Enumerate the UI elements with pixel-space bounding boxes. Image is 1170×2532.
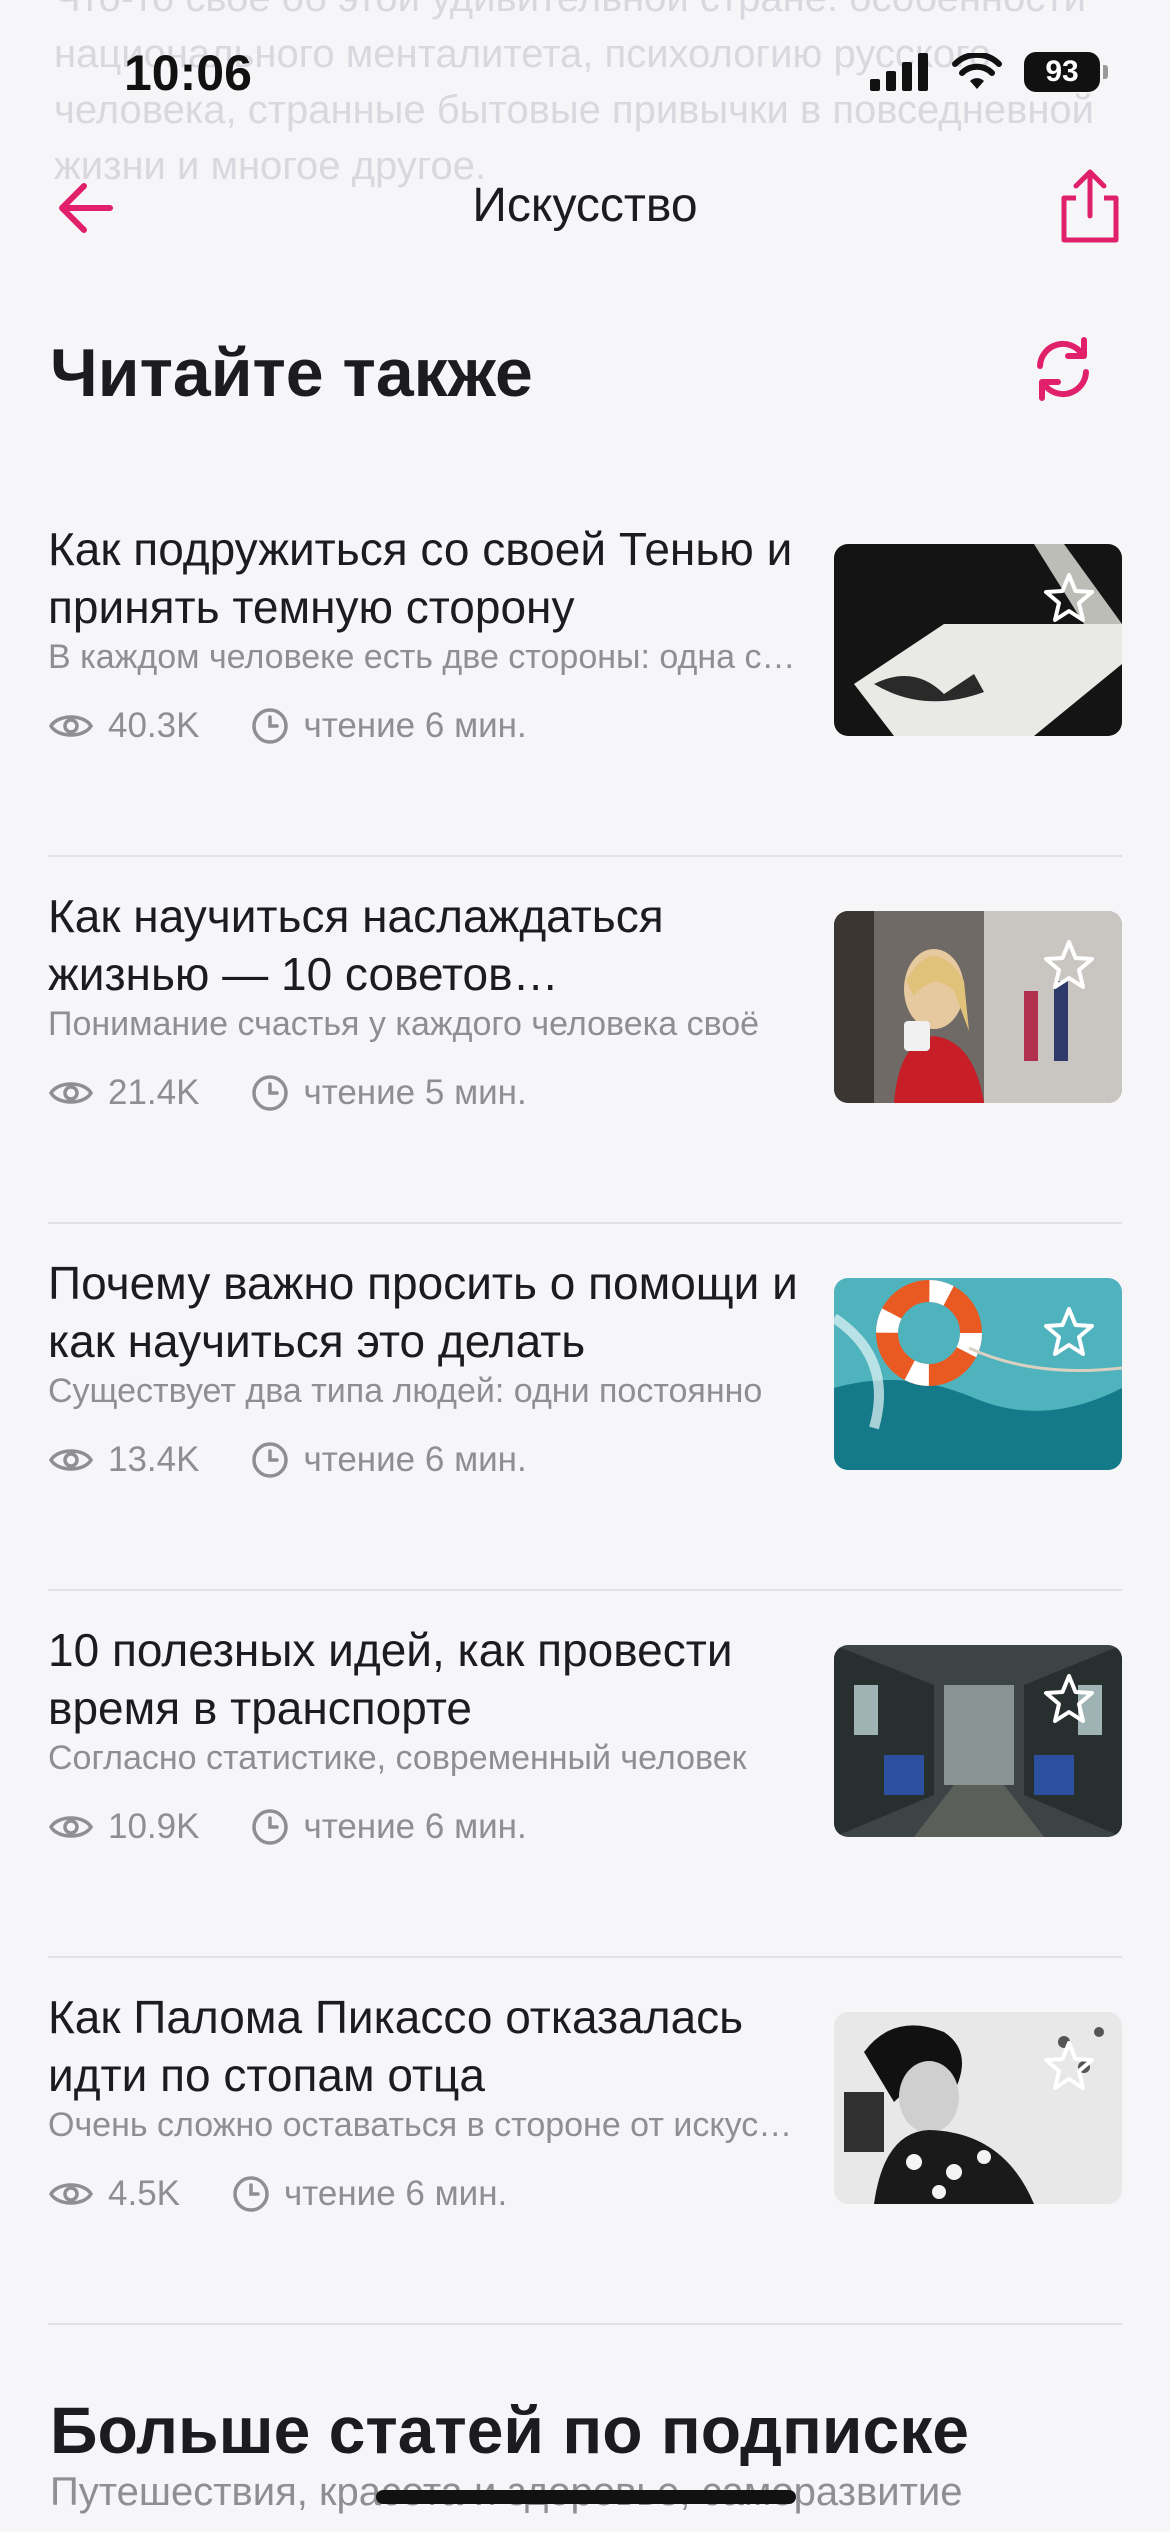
clock-icon: [252, 1442, 289, 1478]
views-value: 10.9K: [108, 1807, 200, 1846]
article-excerpt: Существует два типа людей: одни постоянн…: [48, 1372, 763, 1410]
star-icon: [1044, 940, 1094, 989]
cellular-signal-icon: [870, 53, 928, 91]
article-excerpt: В каждом человеке есть две стороны: одна…: [48, 638, 808, 676]
star-icon: [1044, 1307, 1094, 1356]
article-meta: 21.4K чтение 5 мин.: [48, 1073, 579, 1113]
status-time: 10:06: [124, 45, 252, 101]
favorite-button[interactable]: [1040, 1304, 1098, 1362]
refresh-button[interactable]: [1028, 334, 1098, 404]
article-meta: 13.4K чтение 6 мин.: [48, 1440, 579, 1480]
status-bar: 10:06 93: [0, 0, 1170, 150]
article-meta: 10.9K чтение 6 мин.: [48, 1807, 579, 1847]
read-time: чтение 5 мин.: [251, 1073, 527, 1113]
wifi-icon: [952, 53, 1002, 89]
read-time-value: чтение 6 мин.: [303, 1807, 527, 1846]
article-card[interactable]: Как подружиться со своей Тенью и принять…: [48, 490, 1122, 857]
views-count: 4.5K: [48, 2174, 180, 2214]
star-icon: [1044, 1674, 1094, 1723]
article-title: Как Палома Пикассо отказалась идти по ст…: [48, 1991, 744, 2101]
article-title: Почему важно просить о помощи и как науч…: [48, 1257, 798, 1367]
article-title: Как научиться наслаждаться жизнью — 10 с…: [48, 890, 664, 1000]
views-value: 21.4K: [108, 1073, 200, 1112]
views-count: 40.3K: [48, 706, 199, 746]
read-time-value: чтение 6 мин.: [303, 706, 527, 745]
star-icon: [1044, 2041, 1094, 2090]
share-icon: [1061, 169, 1119, 243]
article-meta: 4.5K чтение 6 мин.: [48, 2174, 559, 2214]
views-value: 40.3K: [108, 706, 200, 745]
clock-icon: [252, 1809, 289, 1845]
eye-icon: [48, 715, 94, 737]
views-count: 13.4K: [48, 1440, 199, 1480]
read-time: чтение 6 мин.: [251, 706, 527, 746]
eye-icon: [48, 1082, 94, 1104]
star-icon: [1044, 573, 1094, 622]
clock-icon: [233, 2176, 269, 2212]
article-excerpt: Очень сложно оставаться в стороне от иск…: [48, 2106, 808, 2144]
favorite-button[interactable]: [1040, 2038, 1098, 2096]
views-count: 10.9K: [48, 1807, 199, 1847]
favorite-button[interactable]: [1040, 1671, 1098, 1729]
status-icons: 93: [870, 52, 1108, 92]
article-card[interactable]: Почему важно просить о помощи и как науч…: [48, 1224, 1122, 1591]
favorite-button[interactable]: [1040, 937, 1098, 995]
share-button[interactable]: [1054, 168, 1126, 244]
battery-indicator: 93: [1024, 52, 1108, 92]
navigation-bar: Искусство: [0, 160, 1170, 256]
views-value: 4.5K: [108, 2174, 180, 2213]
section-header: Читайте также: [50, 334, 1120, 424]
article-thumbnail: [834, 1645, 1122, 1837]
read-time-value: чтение 6 мин.: [303, 1440, 527, 1479]
article-title: Как подружиться со своей Тенью и принять…: [48, 523, 793, 633]
article-card[interactable]: Как научиться наслаждаться жизнью — 10 с…: [48, 857, 1122, 1224]
article-meta: 40.3K чтение 6 мин.: [48, 706, 579, 746]
favorite-button[interactable]: [1040, 570, 1098, 628]
subscription-section-title: Больше статей по подписке: [50, 2393, 969, 2467]
refresh-icon: [1037, 337, 1089, 401]
page-title: Искусство: [472, 179, 698, 232]
section-title: Читайте также: [50, 335, 533, 411]
eye-icon: [48, 2183, 94, 2205]
article-thumbnail: [834, 1278, 1122, 1470]
clock-icon: [252, 708, 289, 744]
article-thumbnail: [834, 911, 1122, 1103]
article-excerpt: Согласно статистике, современный человек: [48, 1739, 747, 1777]
read-time-value: чтение 5 мин.: [303, 1073, 527, 1112]
read-time: чтение 6 мин.: [251, 1440, 527, 1480]
eye-icon: [48, 1449, 94, 1471]
article-thumbnail: [834, 2012, 1122, 2204]
eye-icon: [48, 1816, 94, 1838]
article-card[interactable]: Как Палома Пикассо отказалась идти по ст…: [48, 1958, 1122, 2325]
article-card[interactable]: 10 полезных идей, как провести время в т…: [48, 1591, 1122, 1958]
read-time: чтение 6 мин.: [251, 1807, 527, 1847]
article-excerpt: Понимание счастья у каждого человека сво…: [48, 1005, 760, 1043]
read-time-value: чтение 6 мин.: [284, 2174, 508, 2213]
article-title: 10 полезных идей, как провести время в т…: [48, 1624, 733, 1734]
read-time: чтение 6 мин.: [232, 2174, 507, 2214]
article-thumbnail: [834, 544, 1122, 736]
views-value: 13.4K: [108, 1440, 200, 1479]
views-count: 21.4K: [48, 1073, 199, 1113]
home-indicator[interactable]: [376, 2490, 796, 2504]
clock-icon: [252, 1075, 289, 1111]
article-list: Как подружиться со своей Тенью и принять…: [0, 490, 1170, 2325]
